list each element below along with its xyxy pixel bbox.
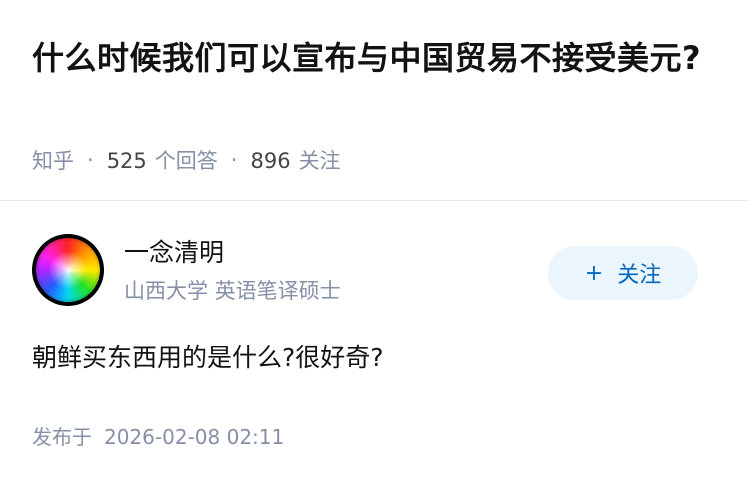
author-headline: 山西大学 英语笔译硕士	[124, 279, 341, 303]
published-time: 2026-02-08 02:11	[104, 425, 285, 449]
follower-count-link[interactable]: 896 关注	[250, 145, 340, 175]
follower-count: 896	[250, 149, 291, 173]
meta-separator: ·	[87, 148, 94, 172]
follow-button-label: 关注	[617, 263, 662, 288]
question-meta: 知乎 · 525 个回答 · 896 关注	[32, 142, 341, 178]
author-info: 一念清明 山西大学 英语笔译硕士 + 关注	[32, 234, 722, 310]
source-label[interactable]: 知乎	[32, 145, 74, 175]
avatar[interactable]	[32, 234, 104, 306]
answer-publish-time: 发布于 2026-02-08 02:11	[32, 422, 284, 452]
question-header: 什么时候我们可以宣布与中国贸易不接受美元? 知乎 · 525 个回答 · 896 关…	[0, 0, 750, 201]
answer-count-label: 个回答	[154, 149, 218, 173]
published-label: 发布于	[32, 425, 92, 449]
plus-icon: +	[584, 260, 604, 286]
follower-count-label: 关注	[298, 149, 341, 173]
follow-button[interactable]: + 关注	[548, 246, 698, 300]
question-title[interactable]: 什么时候我们可以宣布与中国贸易不接受美元?	[32, 34, 722, 82]
author-name[interactable]: 一念清明	[124, 236, 224, 270]
meta-separator: ·	[230, 148, 238, 172]
answer-content: 朝鲜买东西用的是什么?很好奇?	[32, 343, 384, 372]
answer-count-link[interactable]: 525 个回答	[107, 145, 218, 175]
answer-count: 525	[106, 149, 147, 173]
